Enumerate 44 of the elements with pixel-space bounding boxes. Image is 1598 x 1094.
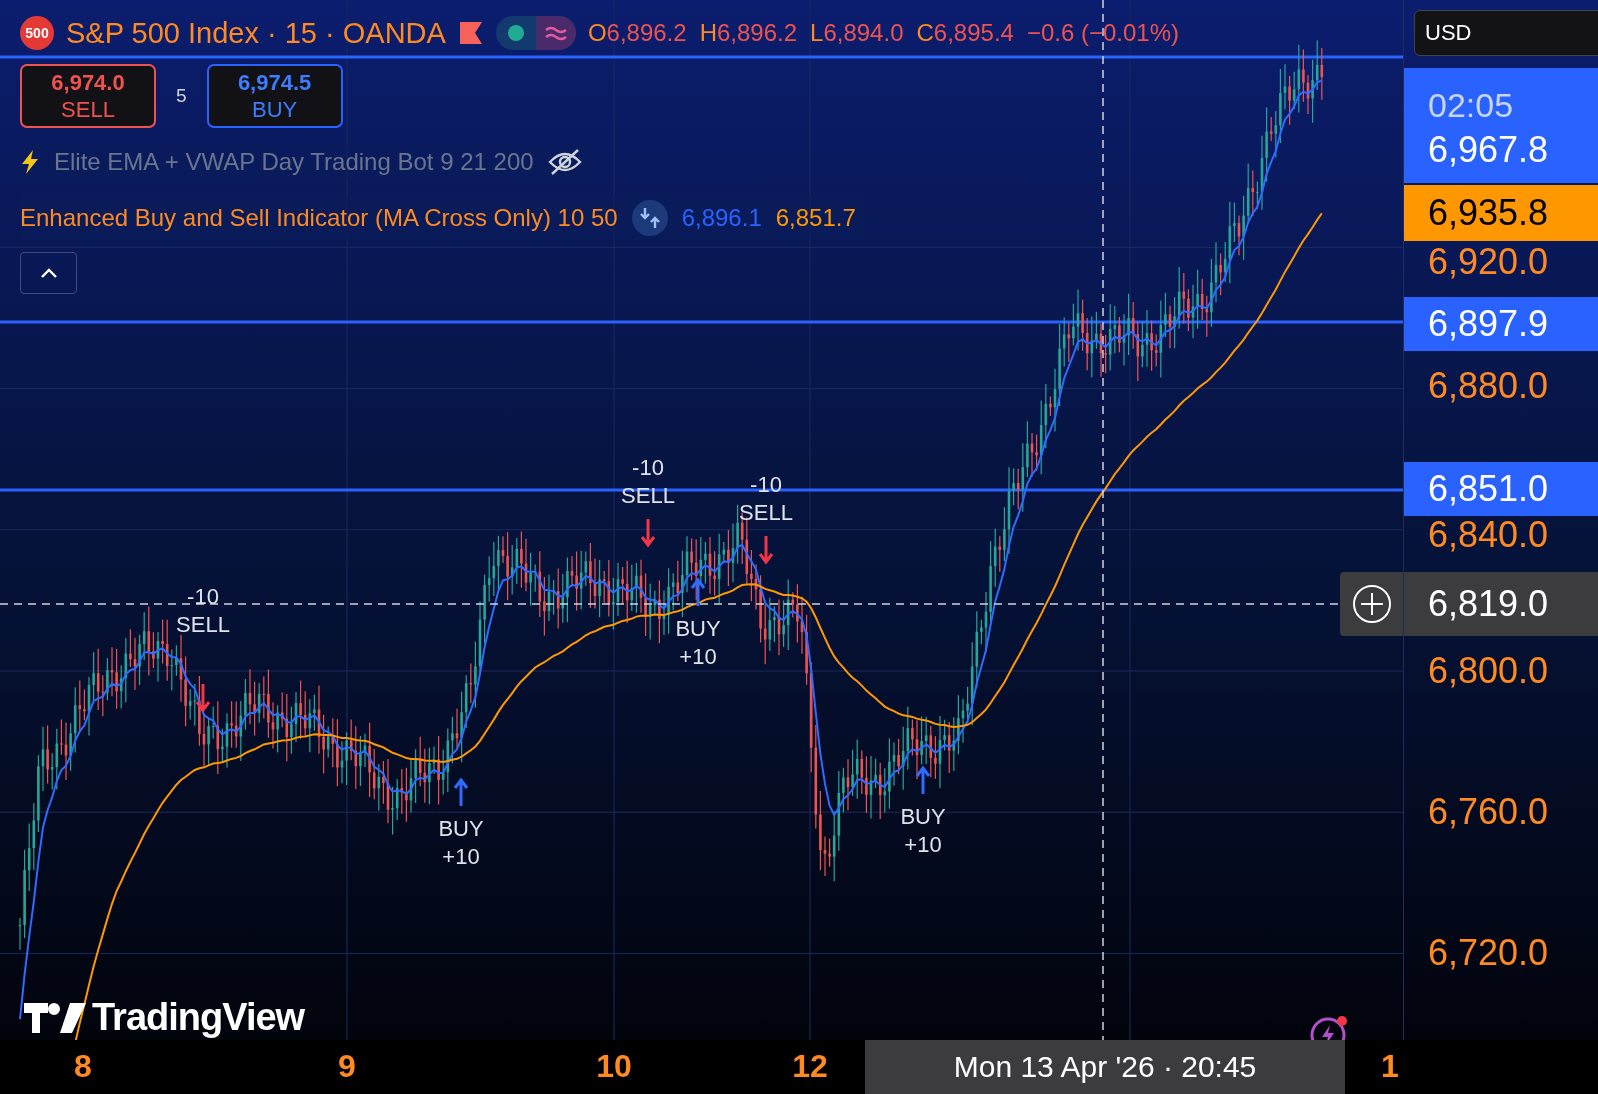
price-axis-label: 6,800.0	[1428, 651, 1549, 691]
ohlc-value: O6,896.2	[587, 19, 687, 47]
sell-button[interactable]: 6,974.0 SELL	[20, 64, 156, 128]
ohlc-value: C6,895.4	[916, 19, 1014, 47]
bar-countdown: 02:05	[1428, 84, 1515, 126]
price-value: 6,935.8	[1428, 192, 1550, 234]
time-axis-label: 12	[792, 1048, 828, 1085]
indicator-value: 6,851.7	[775, 204, 856, 232]
ohlc-value: L6,894.0	[810, 19, 904, 47]
price-axis-label: 6,840.0	[1428, 515, 1549, 555]
time-axis-label: 8	[74, 1048, 92, 1085]
symbol-logo: 500	[20, 16, 54, 50]
indicator-name[interactable]: Enhanced Buy and Sell Indicator (MA Cross Only) 10 50	[20, 204, 618, 232]
time-axis-label: 10	[596, 1048, 632, 1085]
price-axis-label: 6,880.0	[1428, 366, 1549, 406]
buy-button[interactable]: 6,974.5 BUY	[206, 64, 343, 128]
signal-amount: -10	[632, 455, 664, 480]
price-value: 6,967.8	[1428, 128, 1550, 171]
spread-value: 5	[176, 85, 187, 107]
signal-amount: +10	[679, 644, 717, 669]
signal-amount: +10	[442, 844, 480, 869]
symbol-title[interactable]: S&P 500 Index · 15 · OANDA	[66, 16, 446, 50]
signal-amount: -10	[187, 584, 219, 609]
signal-label: SELL	[739, 500, 793, 525]
crosshair-time-label: Mon 13 Apr '26 · 20:45	[865, 1040, 1345, 1094]
price-axis-label: 6,760.0	[1428, 792, 1549, 832]
price-change: −0.6 (−0.01%)	[1026, 19, 1179, 47]
indicator-value: 6,896.1	[681, 204, 762, 232]
signal-label: BUY	[675, 616, 721, 641]
signal-label: SELL	[176, 612, 230, 637]
logo-text: TradingView	[92, 996, 305, 1039]
currency-selector[interactable]: USD	[1414, 10, 1598, 56]
time-axis-label: 1	[1381, 1048, 1399, 1085]
signal-amount: +10	[904, 832, 942, 857]
price-value: 6,819.0	[1428, 583, 1550, 625]
price-axis-label: 6,920.0	[1428, 242, 1549, 282]
signal-label: BUY	[900, 804, 946, 829]
price-axis-label: 6,720.0	[1428, 933, 1549, 973]
signal-label: SELL	[621, 483, 675, 508]
price-value: 6,897.9	[1428, 303, 1550, 345]
time-axis-label: 9	[338, 1048, 356, 1085]
signal-label: BUY	[438, 816, 484, 841]
ohlc-value: H6,896.2	[699, 19, 798, 47]
price-value: 6,851.0	[1428, 468, 1550, 510]
